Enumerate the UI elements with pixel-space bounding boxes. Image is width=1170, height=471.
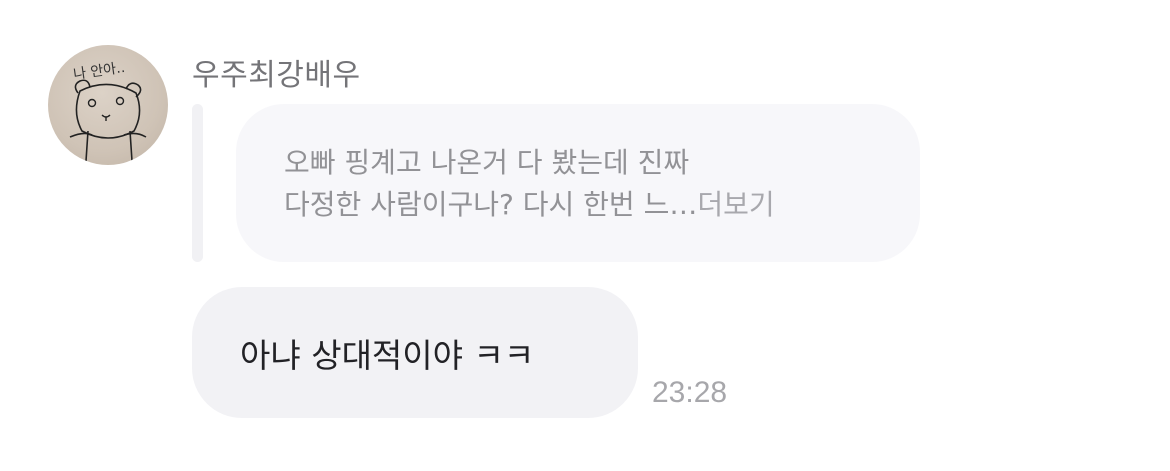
message-timestamp: 23:28 (652, 376, 728, 409)
message-text: 아냐 상대적이야 ㅋㅋ (240, 335, 535, 375)
avatar-caption: 나 안아.. (72, 60, 126, 83)
quoted-text-line-1: 오빠 핑계고 나온거 다 봤는데 진짜 (284, 146, 690, 179)
reply-indicator-bar (192, 104, 203, 262)
quoted-text-line-2: 다정한 사람이구나? 다시 한번 느…더보기 (284, 184, 920, 226)
quoted-message-bubble[interactable]: 오빠 핑계고 나온거 다 봤는데 진짜 다정한 사람이구나? 다시 한번 느…더… (236, 104, 920, 262)
message-bubble[interactable]: 아냐 상대적이야 ㅋㅋ (192, 287, 638, 418)
see-more-link[interactable]: 더보기 (697, 188, 774, 221)
sender-name: 우주최강배우 (192, 58, 361, 93)
sender-avatar[interactable]: 나 안아.. (48, 45, 168, 165)
bear-drawing-icon: 나 안아.. (69, 60, 147, 162)
quoted-text-line-2-text: 다정한 사람이구나? 다시 한번 느… (284, 188, 698, 221)
